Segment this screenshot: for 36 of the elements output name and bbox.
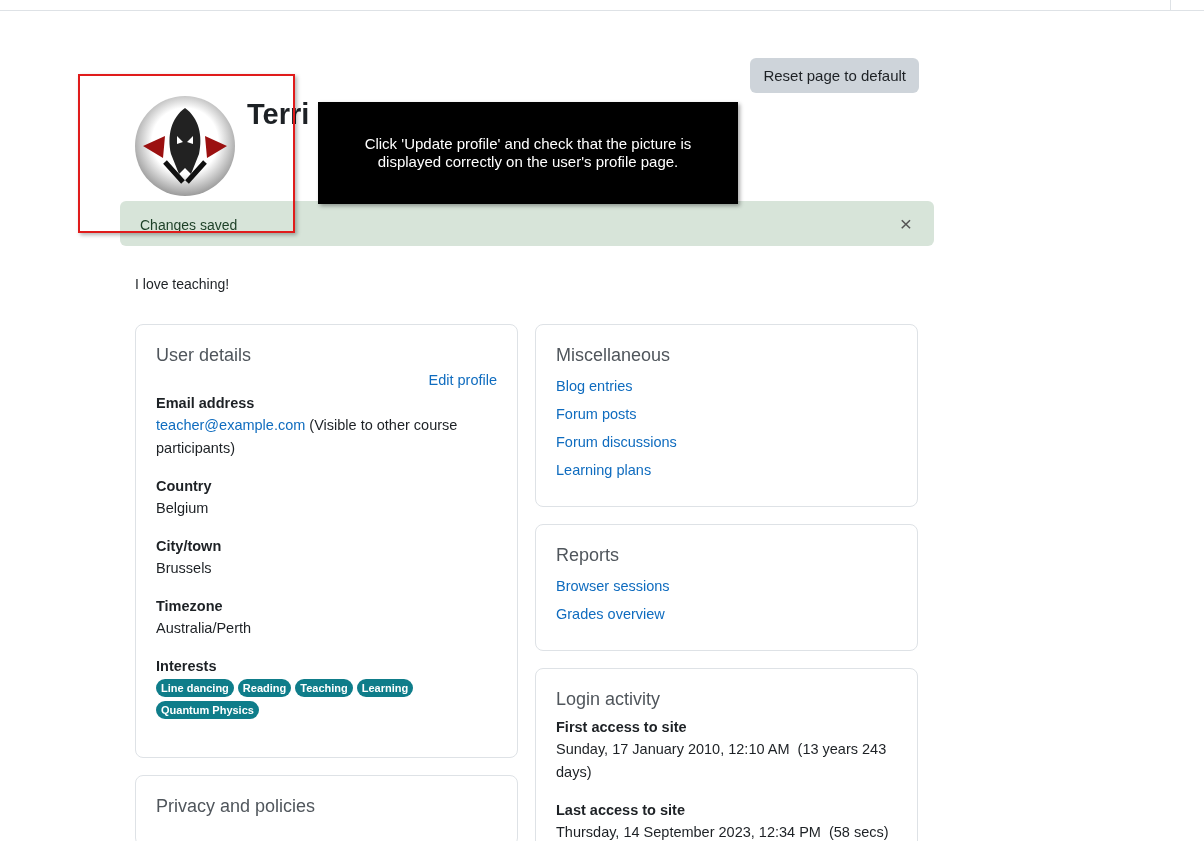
interest-tag[interactable]: Quantum Physics (156, 701, 259, 719)
interest-tag[interactable]: Learning (356, 679, 414, 697)
field-label: Interests (156, 657, 218, 676)
field-label: Timezone (156, 597, 224, 616)
field-label: Country (156, 477, 213, 496)
reset-page-button[interactable]: Reset page to default (750, 58, 919, 93)
email-link[interactable]: teacher@example.com (156, 417, 306, 433)
field-value: Australia/Perth (156, 619, 253, 638)
card-link[interactable]: Grades overview (556, 606, 665, 622)
edit-profile-link[interactable]: Edit profile (428, 372, 497, 388)
field-value: Sunday, 17 January 2010, 12:10 AM (13 years 243 days) (556, 740, 888, 782)
card-title: Login activity (556, 689, 662, 710)
card-link[interactable]: Learning plans (556, 462, 652, 478)
field-value: Belgium (156, 499, 210, 518)
field-label: Email address (156, 394, 256, 413)
interest-tag[interactable]: Line dancing (156, 679, 234, 697)
alert-message: Changes saved (140, 216, 238, 233)
card-title: Miscellaneous (556, 345, 672, 366)
email-value: teacher@example.com (Visible to other course participants) (156, 416, 459, 458)
field-value: Brussels (156, 559, 213, 578)
card-link[interactable]: Forum discussions (556, 434, 677, 450)
field-label: First access to site (556, 718, 688, 737)
card-link[interactable]: Forum posts (556, 406, 637, 422)
tour-step-text: Click 'Update profile' and check that the picture is displayed correctly on the user's profile page. (363, 135, 693, 171)
card-title: User details (156, 345, 253, 366)
interest-tag[interactable]: Reading (237, 679, 292, 697)
field-value: Thursday, 14 September 2023, 12:34 PM (58 secs) (556, 823, 890, 841)
interest-tag[interactable]: Teaching (295, 679, 353, 697)
card-title: Reports (556, 545, 621, 566)
card-link[interactable]: Blog entries (556, 378, 633, 394)
card-link[interactable]: Browser sessions (556, 578, 670, 594)
profile-description: I love teaching! (135, 276, 231, 292)
field-label: Last access to site (556, 801, 686, 820)
field-label: City/town (156, 537, 223, 556)
card-title: Privacy and policies (156, 796, 317, 817)
close-button[interactable]: × (897, 213, 914, 234)
